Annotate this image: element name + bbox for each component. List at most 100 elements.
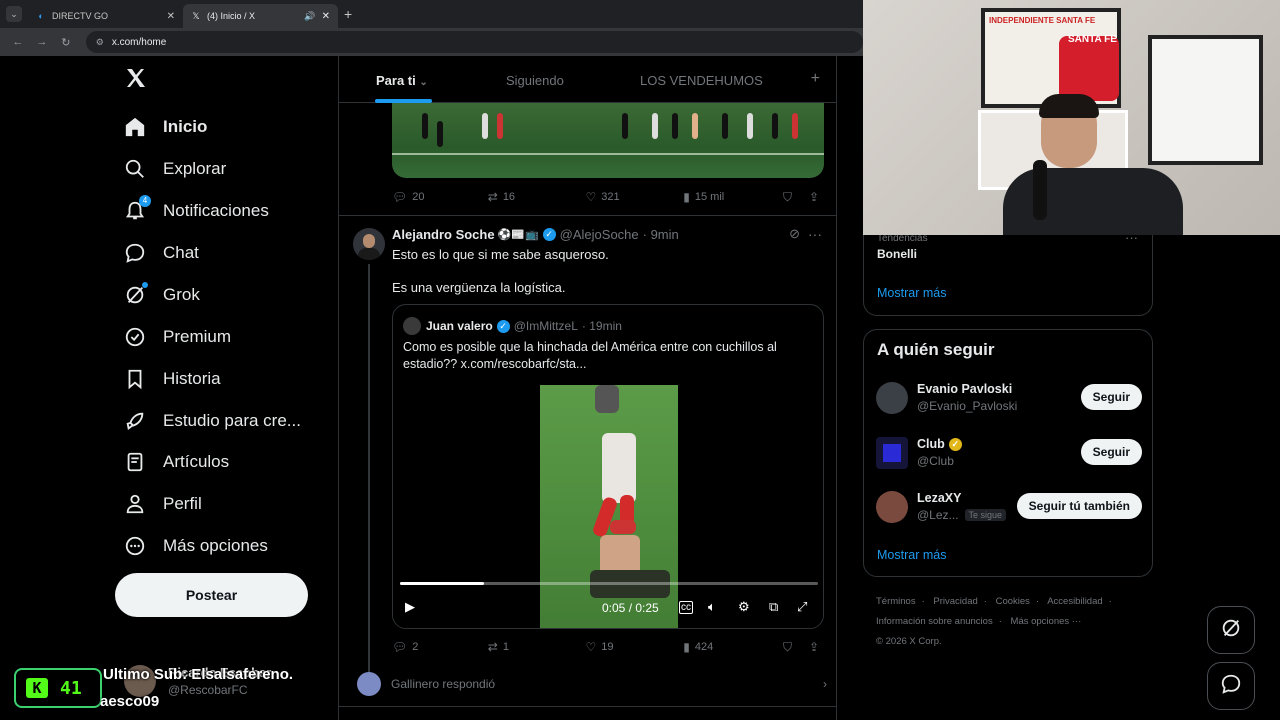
url-input[interactable]: ⚙ x.com/home bbox=[85, 31, 863, 53]
follow-button[interactable]: Seguir bbox=[1080, 439, 1142, 465]
nav-item-premium[interactable]: Premium bbox=[122, 322, 231, 352]
bookmark-button[interactable]: ⛉ bbox=[783, 190, 809, 205]
tab-search-button[interactable]: ⌄ bbox=[6, 6, 22, 22]
nav-item-grok[interactable]: Grok bbox=[122, 280, 200, 310]
video-player[interactable]: ▶ 0:05 / 0:25 cc 🔈︎ ⚙ ⧉ ⤢ bbox=[393, 385, 823, 628]
nav-label: Más opciones bbox=[163, 536, 268, 555]
follow-back-button[interactable]: Seguir tú también bbox=[1016, 493, 1142, 519]
nav-label: Premium bbox=[163, 327, 232, 346]
avatar bbox=[876, 491, 908, 523]
bell-icon: 4 bbox=[122, 195, 151, 224]
like-button[interactable]: ♡ 321 bbox=[586, 190, 684, 204]
footer-link[interactable]: Términos bbox=[876, 596, 916, 607]
active-tab-indicator bbox=[375, 99, 432, 103]
author-handle[interactable]: @AlejoSoche bbox=[560, 227, 639, 242]
footer-link[interactable]: Cookies bbox=[996, 596, 1030, 607]
fullscreen-icon[interactable]: ⤢ bbox=[797, 599, 807, 615]
share-button[interactable]: ⇪ bbox=[809, 640, 824, 654]
jersey bbox=[1059, 36, 1119, 101]
quoted-tweet[interactable]: Juan valero ✓ @ImMittzeL · 19min Como es… bbox=[392, 304, 824, 629]
video-progress-fill bbox=[400, 582, 484, 585]
browser-tab-x[interactable]: 𝕏 (4) Inicio / X 🔊 ✕ bbox=[183, 4, 338, 28]
reload-icon[interactable]: ↻ bbox=[56, 36, 76, 49]
nav-item-inicio[interactable]: Inicio bbox=[122, 112, 207, 142]
replied-row[interactable]: Gallinero respondió › bbox=[357, 672, 827, 696]
nav-item-historia[interactable]: Historia bbox=[122, 364, 221, 394]
browser-tab-directv[interactable]: ◐ DIRECTV GO ✕ bbox=[28, 4, 183, 28]
pip-icon[interactable]: ⧉ bbox=[769, 599, 778, 615]
suggestion-name: Evanio Pavloski bbox=[917, 382, 1013, 396]
nav-item-perfil[interactable]: Perfil bbox=[122, 489, 202, 519]
footer-link[interactable]: Información sobre anuncios bbox=[876, 616, 993, 627]
trend-item[interactable]: Tendencias Bonelli ··· bbox=[864, 230, 1152, 266]
tab-siguiendo[interactable]: Siguiendo bbox=[506, 73, 564, 88]
play-icon[interactable]: ▶ bbox=[405, 599, 415, 615]
video-figure bbox=[595, 385, 619, 413]
footer-link[interactable]: Privacidad bbox=[933, 596, 977, 607]
repost-button[interactable]: ⇄ 16 bbox=[488, 190, 586, 204]
previous-tweet-media[interactable] bbox=[392, 103, 824, 178]
chat-bubble-icon bbox=[1220, 673, 1242, 700]
reply-button[interactable]: 💬︎ 2 bbox=[392, 640, 488, 654]
nav-item-mas-opciones[interactable]: Más opciones bbox=[122, 531, 268, 561]
views-button[interactable]: ▮ 424 bbox=[683, 640, 783, 654]
avatar[interactable] bbox=[353, 228, 385, 260]
tweet-text: Esto es lo que si me sabe asqueroso. Es … bbox=[392, 247, 609, 295]
tab-para-ti[interactable]: Para ti ⌄ bbox=[376, 73, 428, 88]
messages-floating-button[interactable] bbox=[1207, 662, 1255, 710]
grok-floating-button[interactable] bbox=[1207, 606, 1255, 654]
captions-icon[interactable]: cc bbox=[679, 601, 693, 614]
site-info-icon[interactable]: ⚙ bbox=[96, 37, 104, 48]
crowd-figure bbox=[497, 113, 503, 139]
forward-icon[interactable]: → bbox=[32, 36, 52, 48]
nav-label: Estudio para cre... bbox=[163, 411, 301, 430]
follow-suggestion[interactable]: Evanio Pavloski @Evanio_Pavloski Seguir bbox=[876, 380, 1142, 416]
repost-button[interactable]: ⇄ 1 bbox=[488, 640, 586, 654]
more-icon[interactable]: ··· bbox=[808, 226, 822, 242]
share-button[interactable]: ⇪ bbox=[809, 190, 824, 204]
tweet-time[interactable]: · 9min bbox=[643, 227, 679, 242]
video-progress-bar[interactable] bbox=[400, 582, 818, 585]
tab-title: DIRECTV GO bbox=[52, 11, 109, 21]
volume-icon[interactable]: 🔈︎ bbox=[708, 599, 716, 615]
follow-button[interactable]: Seguir bbox=[1080, 384, 1142, 410]
nav-item-notificaciones[interactable]: 4 Notificaciones bbox=[122, 195, 269, 226]
settings-icon[interactable]: ⚙ bbox=[738, 599, 750, 615]
chart-icon: ▮ bbox=[683, 190, 690, 204]
tab-los-vendehumos[interactable]: LOS VENDEHUMOS bbox=[640, 73, 763, 88]
bookmark-button[interactable]: ⛉ bbox=[783, 640, 809, 655]
notification-dot bbox=[142, 282, 148, 288]
views-button[interactable]: ▮ 15 mil bbox=[683, 190, 783, 204]
reply-button[interactable]: 💬︎ 20 bbox=[392, 190, 488, 204]
crowd-figure bbox=[692, 113, 698, 139]
streamer bbox=[1003, 94, 1203, 235]
close-icon[interactable]: ✕ bbox=[322, 11, 330, 22]
show-more-link[interactable]: Mostrar más bbox=[877, 548, 946, 562]
nav-item-estudio[interactable]: Estudio para cre... bbox=[122, 406, 301, 436]
bookmark-icon: ⛉ bbox=[783, 639, 793, 654]
follow-suggestion[interactable]: LezaXY @Lez... Te sigue Seguir tú también bbox=[876, 489, 1142, 525]
nav-item-articulos[interactable]: Artículos bbox=[122, 447, 229, 477]
close-icon[interactable]: ✕ bbox=[167, 11, 175, 22]
footer-link[interactable]: Más opciones ··· bbox=[1011, 616, 1082, 627]
add-tab-button[interactable]: + bbox=[811, 70, 820, 88]
x-logo-icon[interactable] bbox=[124, 66, 150, 92]
video-figure bbox=[602, 433, 636, 503]
footer-link[interactable]: Accesibilidad bbox=[1047, 596, 1102, 607]
audio-icon[interactable]: 🔊 bbox=[304, 11, 315, 22]
thread-line bbox=[368, 264, 370, 679]
heart-icon: ♡ bbox=[585, 640, 597, 654]
nav-item-explorar[interactable]: Explorar bbox=[122, 154, 226, 184]
author-name[interactable]: Alejandro Soche bbox=[392, 227, 495, 242]
post-button[interactable]: Postear bbox=[115, 573, 308, 617]
show-more-link[interactable]: Mostrar más bbox=[877, 286, 946, 300]
crowd-figure bbox=[482, 113, 488, 139]
new-tab-button[interactable]: + bbox=[344, 6, 352, 22]
nav-item-chat[interactable]: Chat bbox=[122, 238, 199, 268]
follow-suggestion[interactable]: Club ✓ @Club Seguir bbox=[876, 435, 1142, 471]
crowd-figure bbox=[672, 113, 678, 139]
webcam-overlay: INDEPENDIENTE SANTA FE SANTA FE bbox=[863, 0, 1280, 235]
grok-icon[interactable]: ⊘ bbox=[789, 226, 800, 242]
like-button[interactable]: ♡ 19 bbox=[586, 640, 684, 654]
back-icon[interactable]: ← bbox=[8, 36, 28, 48]
